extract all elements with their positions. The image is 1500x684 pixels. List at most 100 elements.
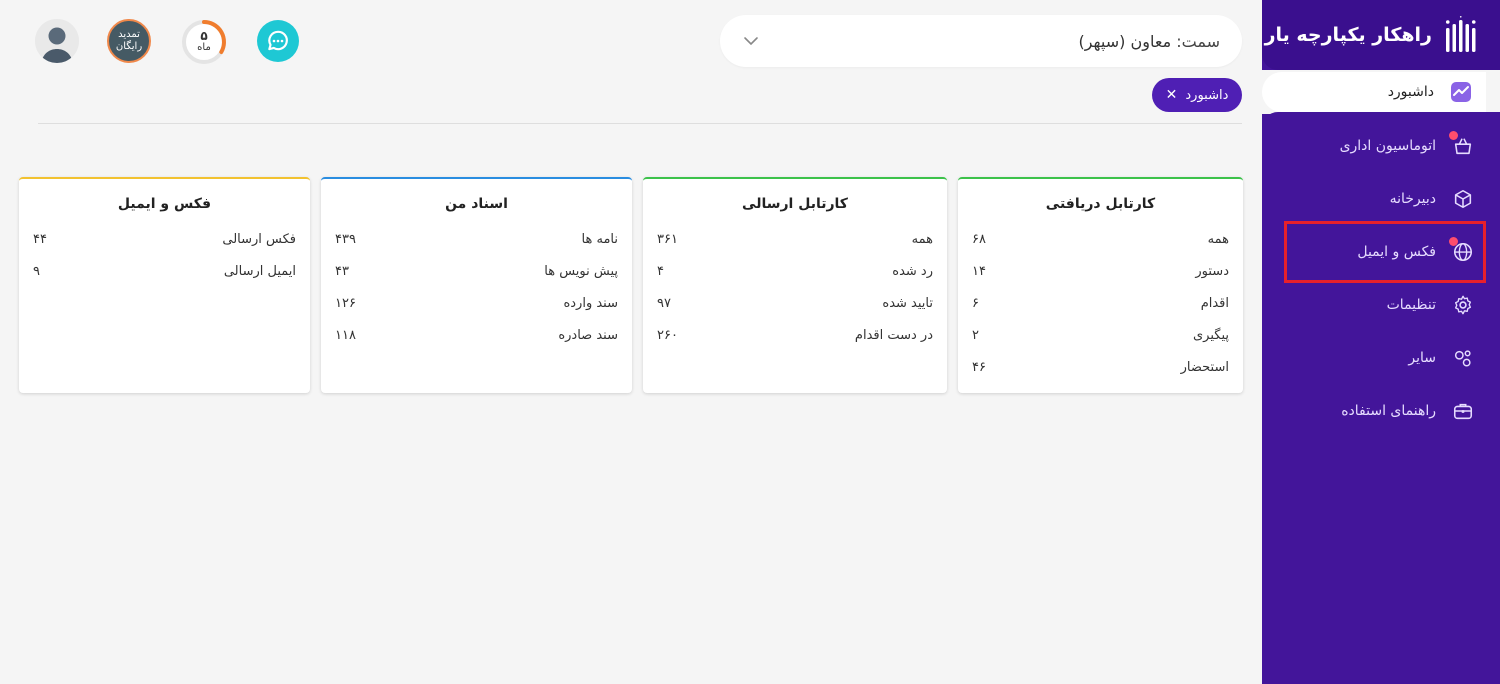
row-label: تایید شده [882,295,933,311]
tab-dashboard[interactable]: داشبورد ✕ [1152,78,1242,112]
globe-icon [1449,237,1476,265]
list-item[interactable]: نامه ها ۴۳۹ [321,223,632,255]
box-icon [1450,186,1476,212]
row-value: ۲۶۰ [657,327,678,343]
row-value: ۴۳۹ [335,231,356,247]
role-value: معاون (سپهر) [1078,31,1172,51]
row-label: رد شده [892,263,933,279]
list-item[interactable]: همه ۳۶۱ [643,223,947,255]
tab-label: داشبورد [1185,87,1229,103]
row-value: ۴ [657,263,664,279]
role-text: سمت: معاون (سپهر) [1078,32,1220,51]
list-item[interactable]: فکس ارسالی ۴۴ [19,223,310,255]
row-value: ۱۱۸ [335,327,356,343]
row-value: ۴۳ [335,263,349,279]
notification-dot [1449,237,1458,246]
chevron-down-icon [744,37,758,46]
role-label: سمت: [1176,31,1220,51]
card-title: اسناد من [445,196,508,212]
row-label: در دست اقدام [854,327,933,343]
list-item[interactable]: سند وارده ۱۲۶ [321,287,632,319]
list-item[interactable]: پیش نویس ها ۴۳ [321,255,632,287]
sidebar-item-secretariat[interactable]: دبیرخانه [1262,179,1500,219]
sidebar-item-user-guide[interactable]: راهنمای استفاده [1262,391,1500,431]
card-title: فکس و ایمیل [117,196,212,212]
sidebar-item-label: راهنمای استفاده [1341,403,1436,419]
sidebar-item-label: تنظیمات [1386,297,1436,313]
renew-line2: رایگان [115,41,143,52]
sidebar-item-office-automation[interactable]: اتوماسیون اداری [1262,126,1500,166]
row-label: اقدام [1200,295,1229,311]
card-received-cartable: کارتابل دریافتی همه ۶۸ دستور ۱۴ اقدام ۶ پیگ… [958,177,1243,393]
renew-free-button[interactable]: تمدید رایگان [107,19,151,63]
months-value: ۵ [200,29,208,43]
list-item[interactable]: در دست اقدام ۲۶۰ [643,319,947,351]
card-title: کارتابل دریافتی [1045,196,1156,212]
list-item[interactable]: سند صادره ۱۱۸ [321,319,632,351]
chart-icon [1448,79,1474,105]
row-label: همه [1207,231,1229,247]
avatar[interactable] [35,19,79,63]
list-item[interactable]: تایید شده ۹۷ [643,287,947,319]
row-value: ۴۴ [33,231,47,247]
card-title: کارتابل ارسالی [742,196,848,212]
list-item[interactable]: استحضار ۴۶ [958,351,1243,383]
brand-logo-icon [1445,16,1476,52]
row-label: پیش نویس ها [544,263,618,279]
list-item[interactable]: دستور ۱۴ [958,255,1243,287]
list-item[interactable]: همه ۶۸ [958,223,1243,255]
row-label: دستور [1195,263,1229,279]
sidebar-item-fax-email[interactable]: فکس و ایمیل [1262,232,1500,272]
row-label: سند وارده [563,295,618,311]
sidebar-item-other[interactable]: سایر [1262,338,1500,378]
card-my-documents: اسناد من نامه ها ۴۳۹ پیش نویس ها ۴۳ سند وا… [321,177,632,393]
row-value: ۹ [33,263,40,279]
basket-icon [1449,131,1476,159]
sidebar-item-label: دبیرخانه [1389,191,1436,207]
close-icon[interactable]: ✕ [1166,87,1178,103]
chat-button[interactable] [257,20,299,62]
sidebar-item-label: سایر [1408,350,1436,366]
subscription-months[interactable]: ۵ ماه [181,19,227,65]
list-item[interactable]: اقدام ۶ [958,287,1243,319]
card-sent-cartable: کارتابل ارسالی همه ۳۶۱ رد شده ۴ تایید شده ۹… [643,177,947,393]
brand-title: راهکار یکپارچه یار [1264,24,1432,46]
list-item[interactable]: ایمیل ارسالی ۹ [19,255,310,287]
gear-icon [1450,292,1476,318]
sidebar-item-settings[interactable]: تنظیمات [1262,285,1500,325]
row-label: نامه ها [581,231,618,247]
months-unit: ماه [197,42,211,53]
row-label: استحضار [1180,359,1229,375]
row-label: ایمیل ارسالی [223,263,296,279]
row-label: پیگیری [1193,327,1229,343]
row-value: ۱۴ [972,263,986,279]
brand-header: راهکار یکپارچه یار [1262,0,1500,70]
header-divider [38,123,1242,124]
months-inner: ۵ ماه [181,19,227,65]
list-item[interactable]: پیگیری ۲ [958,319,1243,351]
sidebar-item-dashboard[interactable]: داشبورد [1262,72,1486,112]
briefcase-icon [1450,398,1476,424]
row-value: ۳۶۱ [657,231,678,247]
role-select[interactable]: سمت: معاون (سپهر) [720,15,1242,67]
row-value: ۴۶ [972,359,986,375]
sidebar-item-label: داشبورد [1387,84,1434,100]
card-fax-email: فکس و ایمیل فکس ارسالی ۴۴ ایمیل ارسالی ۹ [19,177,310,393]
row-value: ۱۲۶ [335,295,356,311]
chat-icon [268,30,288,51]
user-icon [35,19,79,63]
circles-icon [1450,345,1476,371]
sidebar-item-label: فکس و ایمیل [1357,244,1436,260]
row-value: ۶۸ [972,231,986,247]
row-label: همه [911,231,933,247]
notification-dot [1449,131,1458,140]
renew-line1: تمدید [118,29,140,40]
row-value: ۲ [972,327,979,343]
list-item[interactable]: رد شده ۴ [643,255,947,287]
sidebar-item-label: اتوماسیون اداری [1339,138,1436,154]
row-value: ۹۷ [657,295,671,311]
row-label: سند صادره [558,327,618,343]
sidebar: راهکار یکپارچه یار داشبورد اتوماسیون ادا… [1262,0,1500,684]
row-value: ۶ [972,295,979,311]
row-label: فکس ارسالی [222,231,296,247]
